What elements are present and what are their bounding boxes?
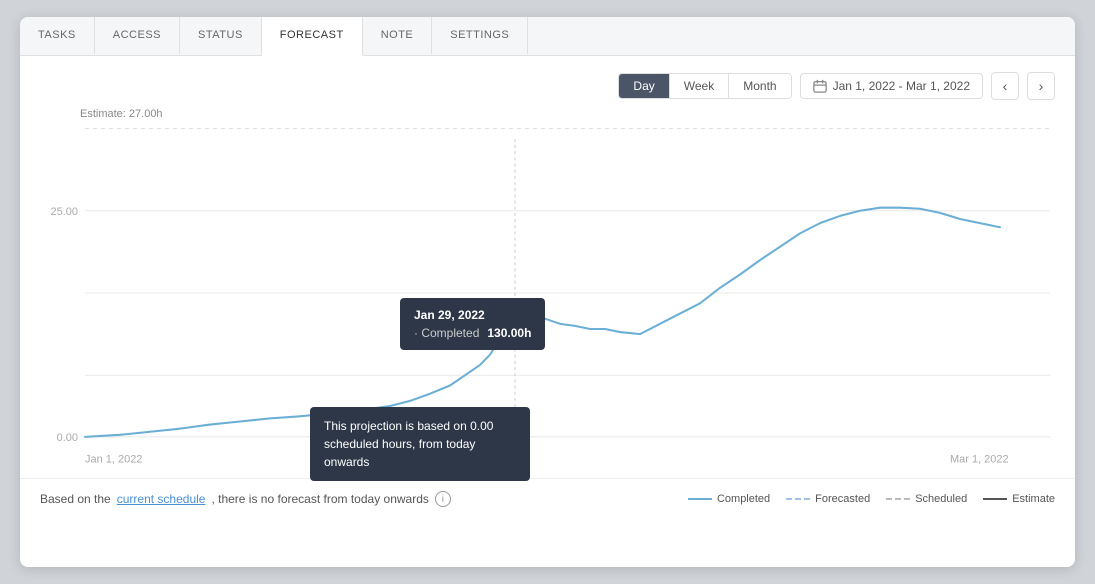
- chart-area: Day Week Month Jan 1, 2022 - Mar 1, 2022…: [20, 56, 1075, 478]
- legend-line-completed: [688, 498, 712, 500]
- estimate-label: Estimate: 27.00h: [80, 108, 163, 120]
- tab-settings[interactable]: SETTINGS: [432, 17, 528, 55]
- prev-period-button[interactable]: ‹: [991, 72, 1019, 100]
- tab-access[interactable]: ACCESS: [95, 17, 180, 55]
- footer-left: Based on the current schedule , there is…: [40, 491, 451, 507]
- period-month-button[interactable]: Month: [729, 74, 790, 98]
- date-range-label: Jan 1, 2022 - Mar 1, 2022: [833, 79, 970, 93]
- tab-tasks[interactable]: TASKS: [20, 17, 95, 55]
- footer-text-after: , there is no forecast from today onward…: [211, 492, 428, 506]
- legend-forecasted: Forecasted: [786, 493, 870, 505]
- tab-forecast[interactable]: FORECAST: [262, 17, 363, 56]
- date-range-button[interactable]: Jan 1, 2022 - Mar 1, 2022: [800, 73, 983, 99]
- chart-svg: 25.00 0.00 Jan 1, 2022 Mar 1, 2022: [40, 108, 1055, 478]
- calendar-icon: [813, 79, 827, 93]
- current-schedule-link[interactable]: current schedule: [117, 492, 206, 506]
- chart-controls: Day Week Month Jan 1, 2022 - Mar 1, 2022…: [40, 72, 1055, 100]
- info-tooltip-popup: This projection is based on 0.00 schedul…: [310, 407, 530, 481]
- legend-line-forecasted: [786, 498, 810, 500]
- period-day-button[interactable]: Day: [619, 74, 669, 98]
- period-week-button[interactable]: Week: [670, 74, 729, 98]
- chart-container: Estimate: 27.00h 25.00 0.00 Jan 1, 2022 …: [40, 108, 1055, 478]
- svg-text:25.00: 25.00: [50, 206, 78, 218]
- legend-label-scheduled: Scheduled: [915, 493, 967, 505]
- legend-scheduled: Scheduled: [886, 493, 967, 505]
- legend-line-scheduled: [886, 498, 910, 500]
- info-icon[interactable]: i: [435, 491, 451, 507]
- footer-text-before: Based on the: [40, 492, 111, 506]
- legend-label-forecasted: Forecasted: [815, 493, 870, 505]
- svg-text:0.00: 0.00: [57, 432, 78, 444]
- legend-line-estimate: [983, 498, 1007, 500]
- legend-label-estimate: Estimate: [1012, 493, 1055, 505]
- period-selector: Day Week Month: [618, 73, 791, 99]
- tab-status[interactable]: STATUS: [180, 17, 262, 55]
- legend-completed: Completed: [688, 493, 770, 505]
- legend: Completed Forecasted Scheduled Estimate: [688, 493, 1055, 505]
- tab-note[interactable]: NOTE: [363, 17, 433, 55]
- svg-text:Jan 1, 2022: Jan 1, 2022: [85, 453, 142, 465]
- svg-text:Mar 1, 2022: Mar 1, 2022: [950, 453, 1009, 465]
- next-period-button[interactable]: ›: [1027, 72, 1055, 100]
- tab-bar: TASKS ACCESS STATUS FORECAST NOTE SETTIN…: [20, 17, 1075, 56]
- main-card: TASKS ACCESS STATUS FORECAST NOTE SETTIN…: [20, 17, 1075, 567]
- legend-estimate: Estimate: [983, 493, 1055, 505]
- footer: Based on the current schedule , there is…: [20, 478, 1075, 519]
- legend-label-completed: Completed: [717, 493, 770, 505]
